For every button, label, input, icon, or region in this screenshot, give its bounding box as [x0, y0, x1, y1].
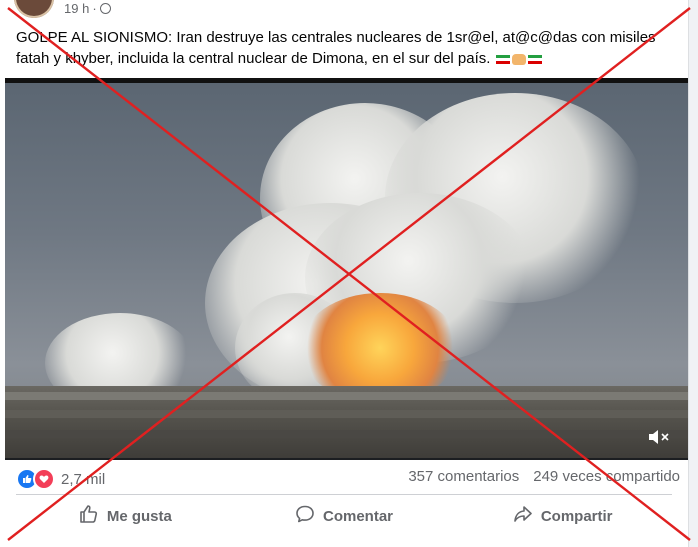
share-label: Compartir — [540, 507, 613, 525]
speech-bubble-icon — [295, 504, 315, 528]
city-skyline — [5, 386, 688, 458]
post-stats: 2,7 mil 357 comentarios 249 veces compar… — [16, 466, 680, 490]
meta-separator: · — [92, 0, 97, 16]
share-button[interactable]: Compartir — [453, 500, 672, 532]
like-button[interactable]: Me gusta — [16, 500, 235, 532]
post-meta: 19 h · — [64, 0, 111, 16]
thumbs-up-icon — [79, 504, 99, 528]
reaction-count[interactable]: 2,7 mil — [61, 471, 105, 488]
post-text-container: GOLPE AL SIONISMO: Iran destruye las cen… — [16, 27, 676, 69]
comment-button[interactable]: Comentar — [235, 500, 454, 532]
fist-emoji-icon — [511, 53, 526, 65]
post-video[interactable] — [5, 78, 688, 458]
share-arrow-icon — [513, 504, 533, 528]
post-actions: Me gusta Comentar Compartir — [16, 500, 672, 532]
love-reaction-icon — [33, 468, 55, 490]
video-progress-track[interactable] — [5, 458, 688, 460]
iran-flag-emoji-icon — [495, 54, 510, 64]
engagement-counts: 357 comentarios 249 veces compartido — [408, 468, 680, 485]
speaker-muted-icon[interactable] — [646, 428, 672, 446]
actions-divider — [16, 494, 672, 495]
comments-count[interactable]: 357 comentarios — [408, 468, 519, 485]
like-label: Me gusta — [106, 507, 172, 525]
iran-flag-emoji-icon — [527, 54, 542, 64]
facebook-post: 19 h · GOLPE AL SIONISMO: Iran destruye … — [0, 0, 689, 547]
shares-count[interactable]: 249 veces compartido — [533, 468, 680, 485]
post-text: GOLPE AL SIONISMO: Iran destruye las cen… — [16, 29, 656, 67]
video-frame — [5, 83, 688, 458]
comment-label: Comentar — [323, 507, 394, 525]
post-time[interactable]: 19 h — [64, 1, 89, 16]
reactions-summary[interactable]: 2,7 mil — [16, 468, 105, 490]
author-avatar[interactable] — [14, 0, 54, 18]
globe-icon[interactable] — [99, 2, 111, 14]
